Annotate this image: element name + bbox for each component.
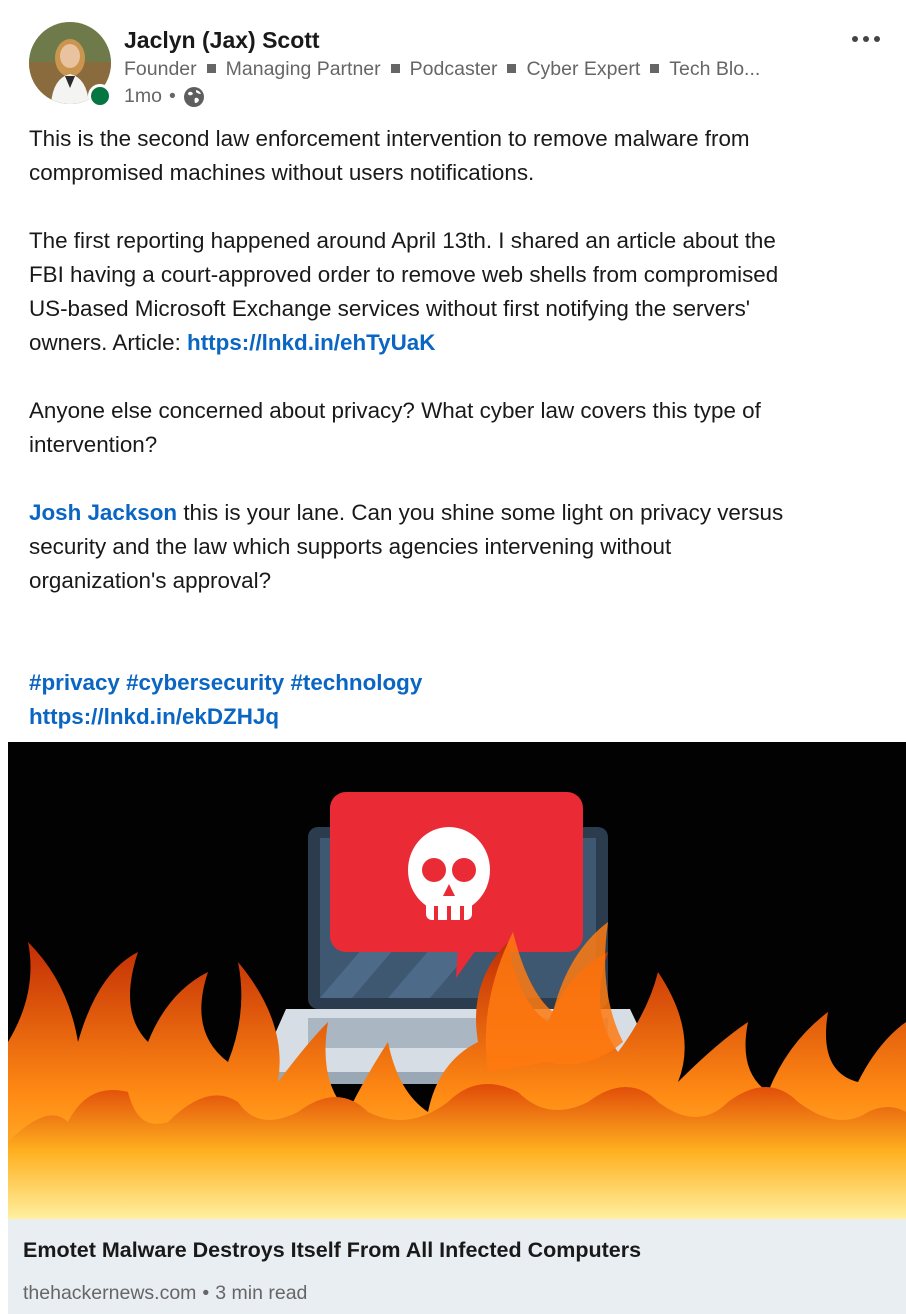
more-options-button[interactable] — [842, 24, 890, 54]
dot — [852, 36, 858, 42]
article-preview-card[interactable]: Emotet Malware Destroys Itself From All … — [8, 1219, 906, 1314]
post-time: 1mo — [124, 85, 162, 107]
headline-part: Tech Blo... — [669, 58, 761, 80]
headline-part: Founder — [124, 58, 197, 80]
text-fragment: this is your lane. Can you shine some li… — [177, 500, 784, 525]
text-line: Anyone else concerned about privacy? Wha… — [29, 398, 761, 423]
hashtag-technology[interactable]: #technology — [290, 670, 422, 695]
text-line: This is the second law enforcement inter… — [29, 126, 750, 151]
hashtag-cybersecurity[interactable]: #cybersecurity — [126, 670, 284, 695]
article-read-time: 3 min read — [215, 1282, 308, 1304]
text-line: The first reporting happened around Apri… — [29, 228, 776, 253]
hashtag-privacy[interactable]: #privacy — [29, 670, 120, 695]
feed-post: Jaclyn (Jax) Scott Founder Managing Partn… — [0, 0, 906, 1314]
headline-part: Podcaster — [409, 58, 498, 80]
meta-separator: • — [202, 1282, 210, 1304]
dot — [863, 36, 869, 42]
text-line: intervention? — [29, 432, 158, 457]
text-line: organization's approval? — [29, 568, 272, 593]
text-line: security and the law which supports agen… — [29, 534, 672, 559]
headline-part: Cyber Expert — [526, 58, 641, 80]
online-status-indicator — [88, 84, 112, 108]
post-text: This is the second law enforcement inter… — [29, 122, 879, 734]
text-line: https://lnkd.in/ekDZHJq — [29, 700, 879, 734]
article-link[interactable]: https://lnkd.in/ehTyUaK — [187, 330, 435, 355]
article-source: thehackernews.com — [23, 1282, 197, 1304]
separator-square-icon — [206, 63, 216, 73]
separator-square-icon — [650, 63, 660, 73]
separator-square-icon — [390, 63, 400, 73]
separator-square-icon — [507, 63, 517, 73]
dot — [874, 36, 880, 42]
article-image[interactable] — [8, 742, 906, 1219]
text-fragment: owners. Article: — [29, 330, 188, 355]
text-line: Josh Jackson this is your lane. Can you … — [29, 496, 879, 530]
article-illustration — [8, 742, 906, 1219]
mention-link[interactable]: Josh Jackson — [29, 500, 177, 525]
text-line: US-based Microsoft Exchange services wit… — [29, 296, 751, 321]
globe-icon — [183, 86, 204, 107]
author-headline: Founder Managing Partner Podcaster Cyber Ex… — [124, 58, 824, 81]
skull-icon — [330, 792, 583, 978]
article-title[interactable]: Emotet Malware Destroys Itself From All … — [23, 1238, 641, 1263]
meta-separator: • — [168, 85, 176, 107]
hashtag-line: #privacy #cybersecurity #technology — [29, 666, 879, 700]
article-meta: thehackernews.com • 3 min read — [23, 1282, 307, 1305]
post-meta: 1mo • — [124, 85, 205, 108]
text-line: owners. Article: https://lnkd.in/ehTyUaK — [29, 326, 879, 360]
text-line: compromised machines without users notif… — [29, 160, 535, 185]
text-line: FBI having a court-approved order to rem… — [29, 262, 779, 287]
author-name[interactable]: Jaclyn (Jax) Scott — [124, 27, 320, 54]
shared-link[interactable]: https://lnkd.in/ekDZHJq — [29, 704, 279, 729]
headline-part: Managing Partner — [225, 58, 381, 80]
